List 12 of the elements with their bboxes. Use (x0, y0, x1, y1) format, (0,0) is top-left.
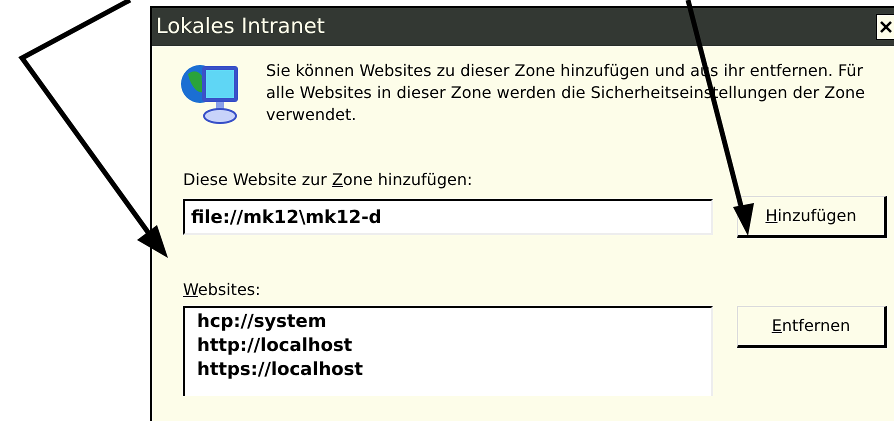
list-item[interactable]: https://localhost (197, 358, 699, 382)
list-item[interactable]: http://localhost (197, 334, 699, 358)
list-item[interactable]: hcp://system (197, 310, 699, 334)
list-label: Websites: (183, 279, 262, 301)
websites-list[interactable]: hcp://system http://localhost https://localhost (183, 306, 713, 396)
field-label: Diese Website zur Zone hinzufügen: (183, 169, 474, 191)
website-input-field[interactable]: file://mk12\mk12-d (183, 199, 713, 235)
remove-button[interactable]: Entfernen (737, 306, 887, 348)
close-button[interactable] (876, 14, 894, 40)
window-title: Lokales Intranet (156, 13, 325, 40)
close-icon (880, 21, 892, 33)
add-button[interactable]: Hinzufügen (737, 196, 887, 238)
